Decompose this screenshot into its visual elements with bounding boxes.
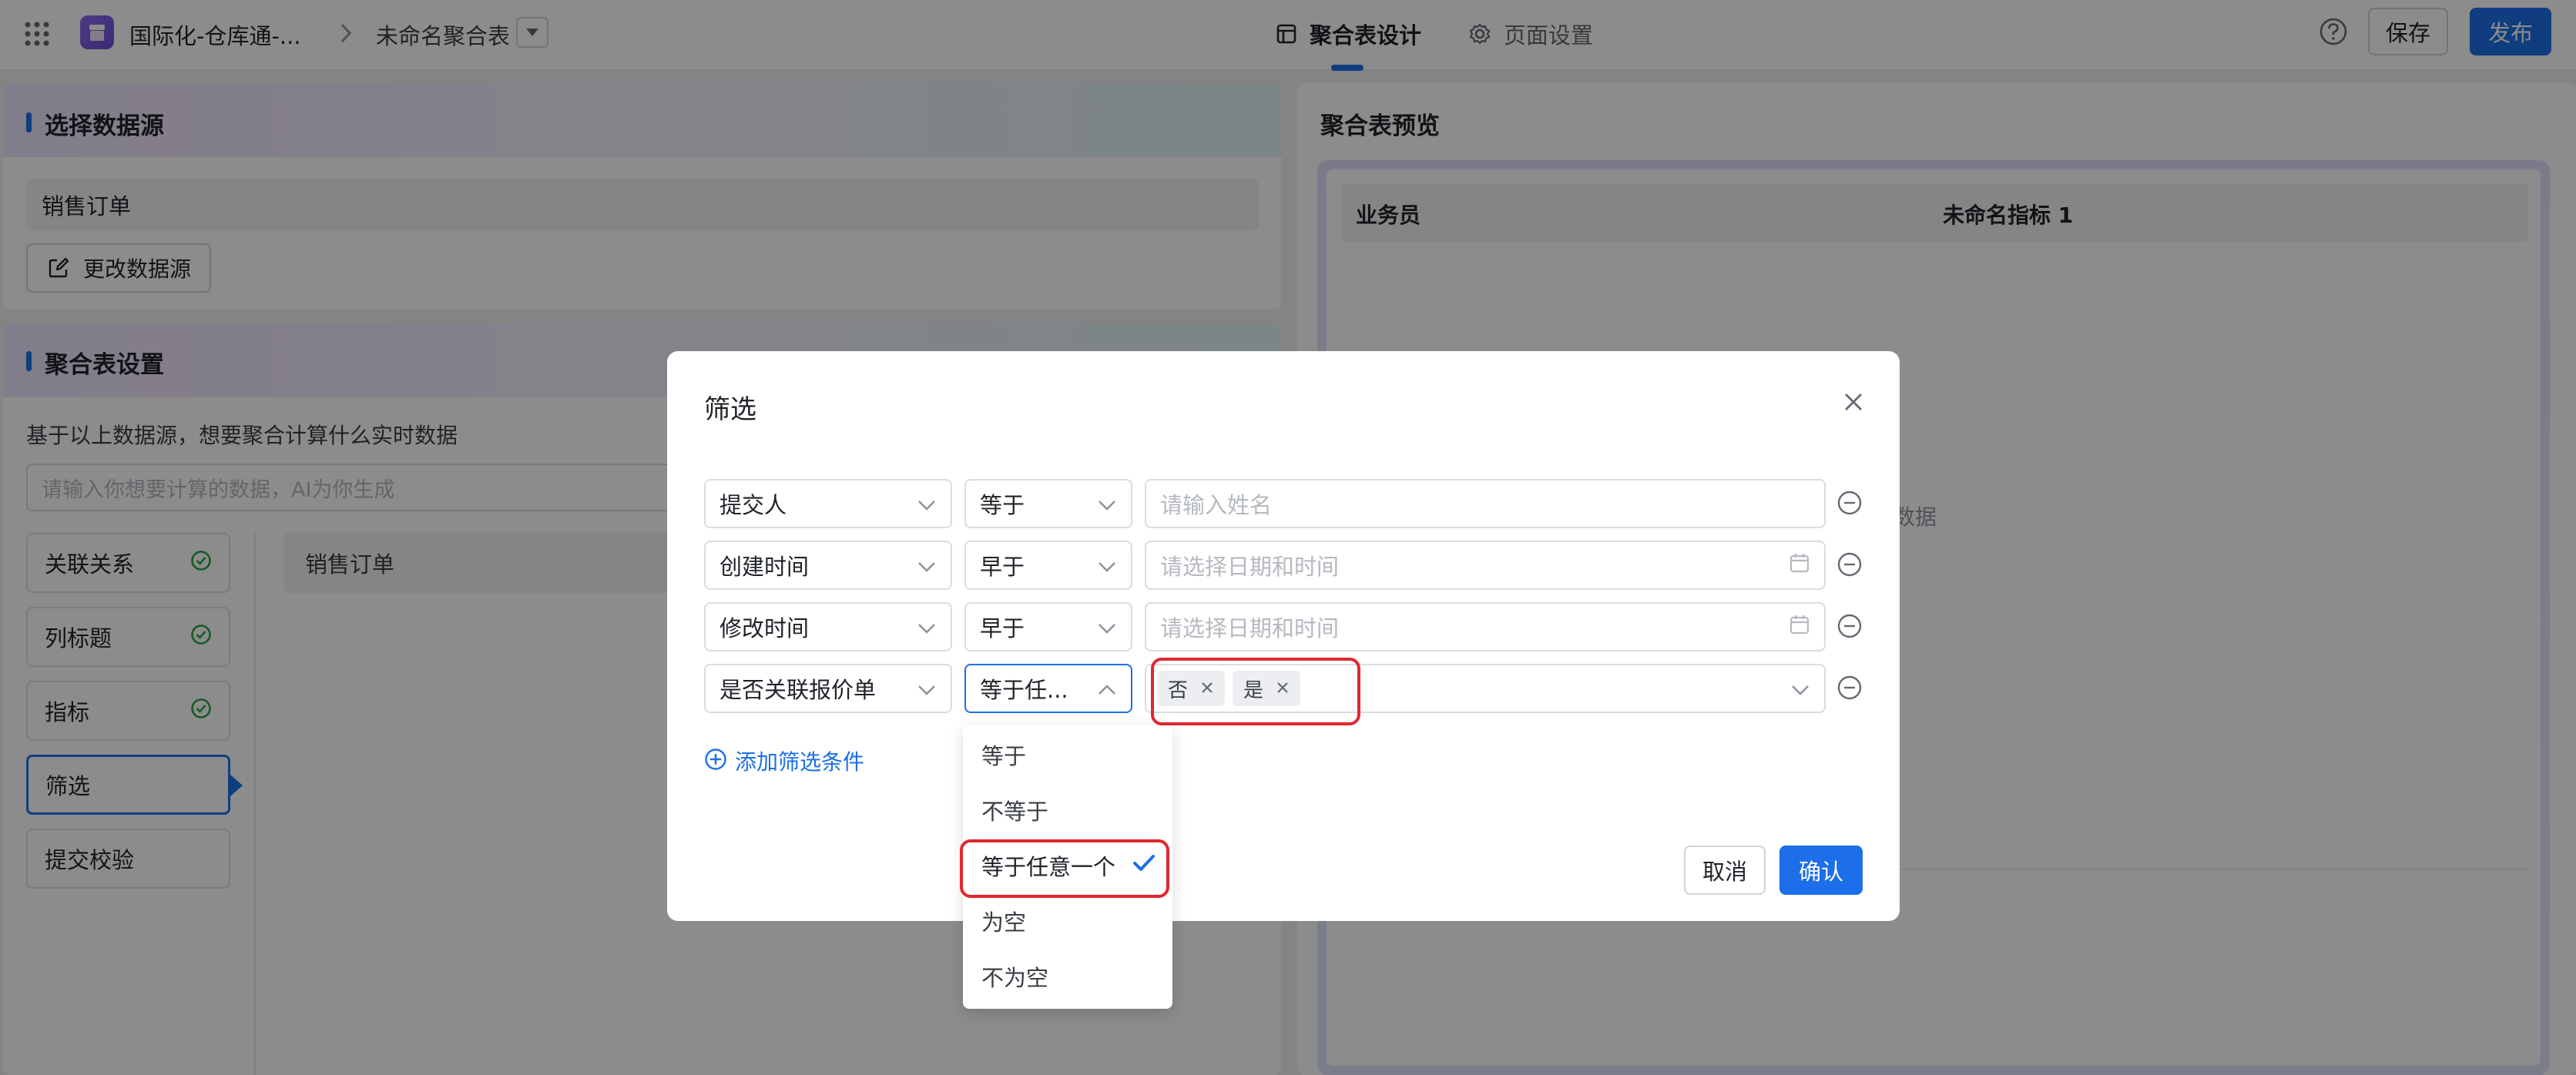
add-filter-label: 添加筛选条件 xyxy=(735,749,865,775)
option-not-equals[interactable]: 不等于 xyxy=(963,782,1172,838)
remove-row-1-icon[interactable] xyxy=(1836,490,1863,516)
add-filter-condition[interactable]: 添加筛选条件 xyxy=(704,744,864,778)
operator-select-value: 等于任... xyxy=(980,677,1068,703)
field-select-value: 是否关联报价单 xyxy=(719,677,877,703)
chevron-down-icon xyxy=(917,491,937,517)
datetime-input-placeholder: 请选择日期和时间 xyxy=(1160,554,1340,580)
filter-row-1-field-select[interactable]: 提交人 xyxy=(704,479,952,528)
selected-option-highlight-box xyxy=(960,839,1169,898)
chevron-down-icon xyxy=(1097,614,1117,640)
field-select-value: 修改时间 xyxy=(719,615,810,641)
datetime-input-placeholder: 请选择日期和时间 xyxy=(1160,615,1340,641)
tags-highlight-box xyxy=(1151,658,1360,725)
filter-row-1-value-input[interactable]: 请输入姓名 xyxy=(1145,479,1826,528)
filter-row-3-field-select[interactable]: 修改时间 xyxy=(704,602,952,651)
chevron-down-icon xyxy=(1097,552,1117,578)
field-select-value: 提交人 xyxy=(719,492,787,518)
filter-row-4-field-select[interactable]: 是否关联报价单 xyxy=(704,664,952,713)
filter-row-3-datetime-input[interactable]: 请选择日期和时间 xyxy=(1145,602,1826,651)
option-equals[interactable]: 等于 xyxy=(963,727,1172,782)
remove-row-2-icon[interactable] xyxy=(1836,551,1863,578)
operator-select-value: 早于 xyxy=(980,615,1025,641)
remove-row-4-icon[interactable] xyxy=(1836,675,1863,701)
filter-row-2-operator-select[interactable]: 早于 xyxy=(964,541,1132,590)
option-is-empty[interactable]: 为空 xyxy=(963,893,1172,949)
value-input-placeholder: 请输入姓名 xyxy=(1160,492,1273,518)
chevron-down-icon xyxy=(917,675,937,702)
filter-row-1-operator-select[interactable]: 等于 xyxy=(964,479,1132,528)
chevron-down-icon xyxy=(917,552,937,578)
confirm-button[interactable]: 确认 xyxy=(1779,846,1863,895)
chevron-up-icon xyxy=(1097,675,1117,702)
option-not-empty[interactable]: 不为空 xyxy=(963,949,1172,1004)
chevron-down-icon xyxy=(1097,491,1117,517)
modal-title: 筛选 xyxy=(704,394,756,425)
filter-row-3-operator-select[interactable]: 早于 xyxy=(964,602,1132,651)
filter-row-2-field-select[interactable]: 创建时间 xyxy=(704,541,952,590)
plus-circle-icon xyxy=(704,748,727,774)
chevron-down-icon xyxy=(1790,675,1810,702)
close-icon[interactable] xyxy=(1840,388,1867,416)
field-select-value: 创建时间 xyxy=(719,554,810,580)
operator-select-value: 早于 xyxy=(980,554,1025,580)
cancel-button[interactable]: 取消 xyxy=(1684,846,1766,895)
calendar-icon xyxy=(1789,614,1810,641)
filter-row-2-datetime-input[interactable]: 请选择日期和时间 xyxy=(1145,541,1826,590)
filter-row-4-operator-select[interactable]: 等于任... xyxy=(964,664,1132,713)
calendar-icon xyxy=(1789,552,1810,579)
operator-select-value: 等于 xyxy=(980,492,1025,518)
chevron-down-icon xyxy=(917,614,937,640)
remove-row-3-icon[interactable] xyxy=(1836,613,1863,639)
filter-modal: 筛选 提交人 等于 请输入姓名 创建时间 早于 请选择日期和时间 修改时间 早于 xyxy=(667,351,1900,921)
